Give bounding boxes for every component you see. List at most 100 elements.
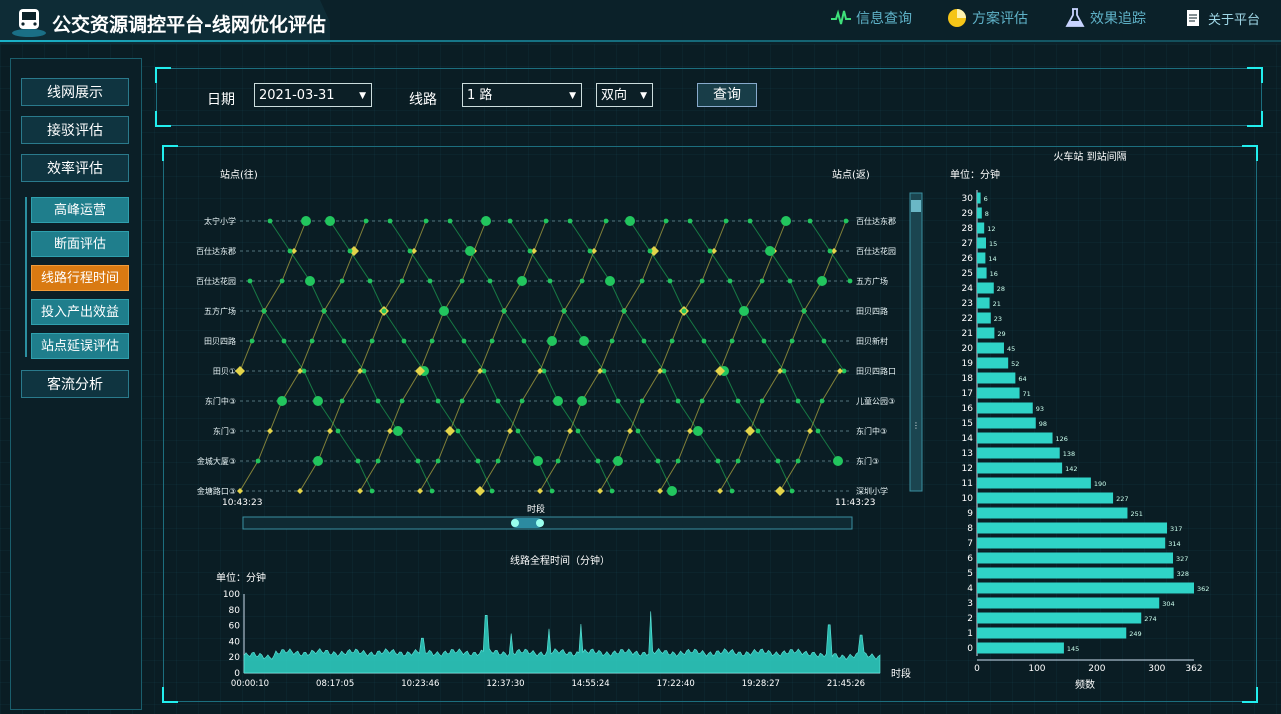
vertical-zoom-slider[interactable] (909, 192, 923, 492)
trip-diamond-mark (387, 428, 393, 434)
bar-mark (977, 447, 1060, 459)
trip-stop-dot (341, 338, 347, 344)
trip-stop-dot (335, 428, 341, 434)
trip-line (749, 220, 845, 372)
trip-stop-dot (339, 398, 345, 404)
trip-stop-dot (399, 278, 405, 284)
trip-stop-dot (549, 488, 555, 494)
station-label-right: 田贝新村 (856, 336, 888, 346)
trip-stop-dot (375, 458, 381, 464)
trip-diamond-mark (687, 428, 693, 434)
trip-stop-dot (305, 276, 315, 286)
trip-line (479, 220, 607, 492)
trip-stop-dot (669, 338, 675, 344)
trip-stop-dot (789, 338, 795, 344)
bar-value-label: 126 (1056, 435, 1068, 443)
trip-stop-dot (489, 488, 495, 494)
trip-stop-dot (287, 248, 293, 254)
bar-category-label: 5 (967, 569, 973, 579)
area-x-tick-label: 17:22:40 (657, 679, 695, 689)
trip-stop-dot (465, 246, 475, 256)
left-axis-title: 站点(往) (220, 168, 258, 181)
bar-x-title: 频数 (1075, 678, 1095, 691)
trip-stop-dot (655, 458, 661, 464)
travel-time-area-chart: 线路全程时间（分钟） 单位：分钟 时段 0 20 40 60 80 100 00:00:10… (216, 554, 911, 689)
bar-category-label: 18 (962, 374, 974, 384)
bar-mark (977, 582, 1194, 594)
trip-stop-dot (487, 278, 493, 284)
area-x-tick-label: 19:28:27 (742, 679, 780, 689)
trip-stop-dot (321, 308, 327, 314)
trip-stop-dot (363, 218, 369, 224)
slider-handle-right-icon[interactable] (536, 519, 544, 527)
bar-value-label: 14 (988, 255, 996, 263)
bar-mark (977, 417, 1036, 429)
bar-category-label: 27 (962, 239, 973, 249)
bar-mark (977, 252, 986, 264)
trip-stop-dot (735, 398, 741, 404)
trip-stop-dot (827, 248, 833, 254)
trip-stop-dot (595, 458, 601, 464)
trip-stop-dot (807, 218, 813, 224)
trip-diamond-mark (627, 428, 633, 434)
bar-category-label: 29 (962, 209, 974, 219)
trip-stop-dot (313, 456, 323, 466)
area-x-tick-label: 14:55:24 (571, 679, 609, 689)
trip-stop-dot (621, 308, 627, 314)
slider-handle-left-icon[interactable] (511, 519, 519, 527)
bar-value-label: 98 (1039, 420, 1047, 428)
bar-mark (977, 402, 1033, 414)
trip-stop-dot (795, 398, 801, 404)
station-label-right: 儿童公园③ (856, 396, 895, 406)
station-label-left: 东门③ (213, 426, 236, 436)
station-label-left: 百仕达东郡 (196, 246, 236, 256)
trip-stop-dot (339, 278, 345, 284)
bar-value-label: 142 (1065, 465, 1077, 473)
trip-diamond-mark (475, 486, 485, 496)
bar-category-label: 23 (962, 299, 973, 309)
trip-stop-dot (723, 218, 729, 224)
trip-stop-dot (429, 488, 435, 494)
trip-stop-dot (415, 458, 421, 464)
bar-mark (977, 297, 990, 309)
trip-stop-dot (579, 336, 589, 346)
trip-stop-dot (555, 458, 561, 464)
trip-stop-dot (407, 248, 413, 254)
area-x-tick-label: 12:37:30 (486, 679, 524, 689)
bar-mark (977, 207, 982, 219)
trip-line (249, 280, 373, 492)
charts-layer: 站点(往) 站点(返) 10:43:23 11:43:23 时段 太宁小学百仕达… (196, 150, 1209, 691)
bar-x-tick-label: 0 (974, 664, 980, 674)
trip-line (299, 220, 427, 492)
bar-category-label: 8 (967, 524, 973, 534)
trip-stop-dot (533, 456, 543, 466)
vertical-slider-handle[interactable] (911, 200, 921, 212)
bar-value-label: 15 (989, 240, 997, 248)
bar-value-label: 12 (987, 225, 995, 233)
trip-stop-dot (815, 428, 821, 434)
trip-stop-dot (495, 398, 501, 404)
bar-mark (977, 567, 1174, 579)
horizontal-zoom-slider[interactable] (242, 516, 853, 530)
trip-diamond-mark (235, 366, 245, 376)
bar-mark (977, 222, 985, 234)
trip-stop-dot (313, 396, 323, 406)
trip-diamond-mark (327, 428, 333, 434)
bar-unit-label: 单位：分钟 (950, 168, 1000, 181)
trip-stop-dot (639, 398, 645, 404)
trip-stop-dot (729, 488, 735, 494)
trip-stop-dot (393, 426, 403, 436)
trip-diamond-mark (445, 426, 455, 436)
bar-mark (977, 552, 1174, 564)
trip-stop-dot (675, 398, 681, 404)
area-y-tick-label: 40 (229, 637, 241, 647)
bar-category-label: 3 (967, 599, 973, 609)
bar-category-label: 16 (962, 404, 974, 414)
bar-category-label: 9 (967, 509, 973, 519)
bar-category-label: 15 (962, 419, 973, 429)
bar-mark (977, 327, 995, 339)
bar-mark (977, 642, 1064, 654)
bar-value-label: 6 (984, 195, 988, 203)
area-y-tick-label: 20 (229, 653, 241, 663)
station-label-left: 田贝① (213, 367, 236, 376)
